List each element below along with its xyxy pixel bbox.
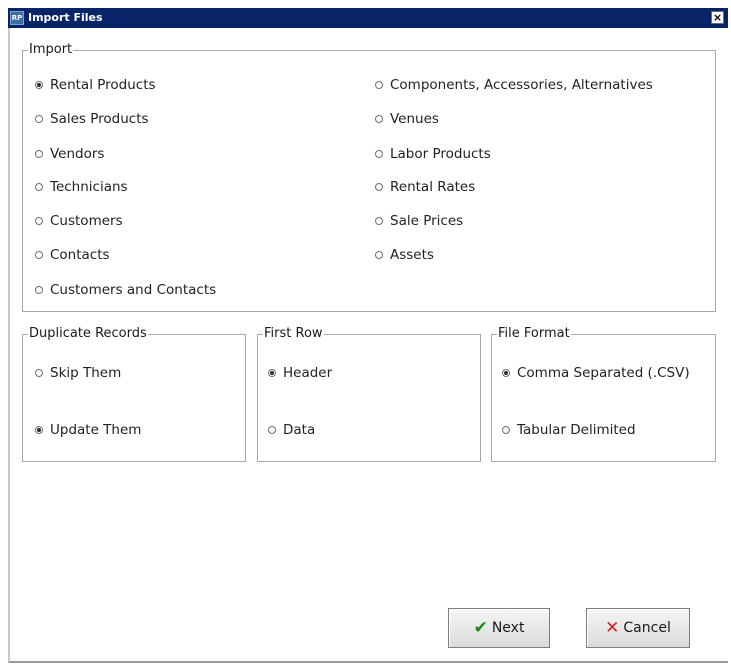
- radio-customers-and-contacts[interactable]: Customers and Contacts: [35, 280, 216, 300]
- radio-skip-them[interactable]: Skip Them: [35, 363, 121, 383]
- radio-indicator[interactable]: [375, 251, 383, 259]
- radio-vendors[interactable]: Vendors: [35, 144, 104, 164]
- duplicate-records-group: Duplicate Records Skip Them Update Them: [22, 326, 246, 462]
- next-button-label: Next: [491, 620, 525, 636]
- radio-label: Skip Them: [50, 365, 122, 381]
- radio-indicator[interactable]: [502, 426, 510, 434]
- radio-label: Rental Rates: [390, 179, 476, 195]
- radio-indicator[interactable]: [35, 81, 43, 89]
- radio-technicians[interactable]: Technicians: [35, 177, 128, 197]
- first-row-group: First Row Header Data: [257, 326, 481, 462]
- radio-indicator[interactable]: [375, 81, 383, 89]
- radio-label: Comma Separated (.CSV): [517, 365, 690, 381]
- radio-comma-separated[interactable]: Comma Separated (.CSV): [502, 363, 690, 383]
- radio-header[interactable]: Header: [268, 363, 332, 383]
- file-format-group: File Format Comma Separated (.CSV) Tabul…: [491, 326, 716, 462]
- window-title: Import Files: [28, 11, 103, 24]
- radio-contacts[interactable]: Contacts: [35, 245, 110, 265]
- radio-indicator[interactable]: [375, 115, 383, 123]
- radio-indicator[interactable]: [35, 115, 43, 123]
- radio-label: Data: [283, 422, 316, 438]
- radio-label: Update Them: [50, 422, 142, 438]
- radio-indicator[interactable]: [35, 426, 43, 434]
- duplicate-records-legend: Duplicate Records: [28, 326, 148, 342]
- close-x-icon: ✕: [605, 618, 620, 638]
- radio-label: Venues: [390, 111, 439, 127]
- radio-indicator[interactable]: [35, 251, 43, 259]
- radio-label: Sale Prices: [390, 213, 464, 229]
- radio-label: Tabular Delimited: [517, 422, 636, 438]
- radio-indicator[interactable]: [268, 369, 276, 377]
- radio-label: Assets: [390, 247, 434, 263]
- radio-indicator[interactable]: [375, 183, 383, 191]
- radio-label: Technicians: [50, 179, 128, 195]
- radio-assets[interactable]: Assets: [375, 245, 434, 265]
- radio-label: Vendors: [50, 146, 105, 162]
- radio-labor-products[interactable]: Labor Products: [375, 144, 491, 164]
- desktop-background: RP Import Files × Import Rental Products…: [0, 0, 731, 671]
- next-button[interactable]: ✔ Next: [448, 608, 550, 648]
- radio-venues[interactable]: Venues: [375, 109, 439, 129]
- radio-tabular-delimited[interactable]: Tabular Delimited: [502, 420, 636, 440]
- cancel-button[interactable]: ✕ Cancel: [586, 608, 690, 648]
- radio-label: Labor Products: [390, 146, 491, 162]
- radio-label: Contacts: [50, 247, 110, 263]
- radio-components-accessories-alternatives[interactable]: Components, Accessories, Alternatives: [375, 75, 653, 95]
- app-logo-icon: RP: [10, 11, 24, 25]
- file-format-legend: File Format: [497, 326, 571, 342]
- radio-indicator[interactable]: [502, 369, 510, 377]
- radio-label: Rental Products: [50, 77, 156, 93]
- radio-indicator[interactable]: [35, 150, 43, 158]
- radio-label: Header: [283, 365, 333, 381]
- radio-label: Customers: [50, 213, 123, 229]
- close-button[interactable]: ×: [711, 11, 724, 24]
- radio-indicator[interactable]: [375, 150, 383, 158]
- import-files-dialog: RP Import Files × Import Rental Products…: [8, 8, 728, 663]
- radio-sale-prices[interactable]: Sale Prices: [375, 211, 463, 231]
- import-group: Import Rental Products Sales Products Ve…: [22, 42, 716, 312]
- radio-customers[interactable]: Customers: [35, 211, 123, 231]
- first-row-legend: First Row: [263, 326, 324, 342]
- import-group-legend: Import: [28, 42, 74, 58]
- radio-indicator[interactable]: [268, 426, 276, 434]
- radio-indicator[interactable]: [35, 183, 43, 191]
- radio-rental-products[interactable]: Rental Products: [35, 75, 156, 95]
- radio-label: Components, Accessories, Alternatives: [390, 77, 653, 93]
- radio-sales-products[interactable]: Sales Products: [35, 109, 149, 129]
- radio-update-them[interactable]: Update Them: [35, 420, 141, 440]
- radio-rental-rates[interactable]: Rental Rates: [375, 177, 475, 197]
- title-bar[interactable]: RP Import Files ×: [8, 8, 728, 28]
- checkmark-icon: ✔: [473, 618, 488, 638]
- radio-label: Sales Products: [50, 111, 149, 127]
- radio-indicator[interactable]: [375, 217, 383, 225]
- radio-indicator[interactable]: [35, 369, 43, 377]
- radio-label: Customers and Contacts: [50, 282, 217, 298]
- radio-indicator[interactable]: [35, 217, 43, 225]
- cancel-button-label: Cancel: [623, 620, 671, 636]
- radio-data[interactable]: Data: [268, 420, 315, 440]
- radio-indicator[interactable]: [35, 286, 43, 294]
